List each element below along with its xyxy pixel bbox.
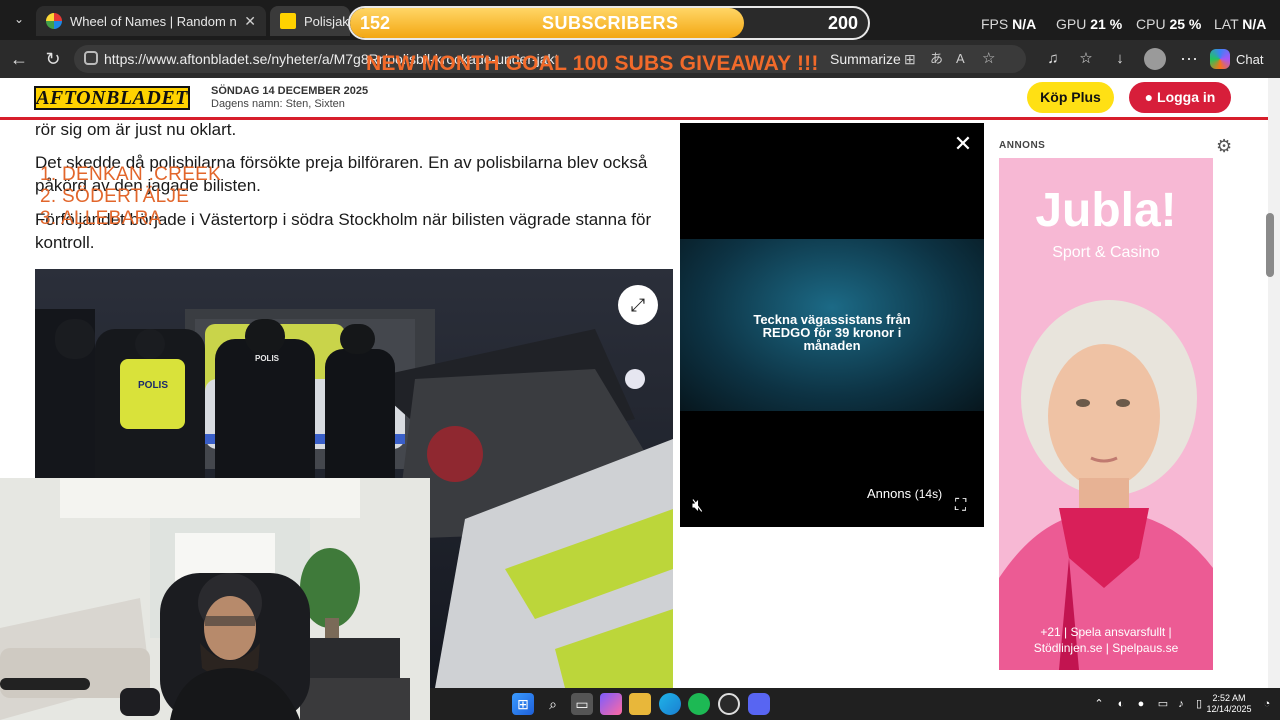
tab-wheel-of-names[interactable]: Wheel of Names | Random name picker ✕	[36, 6, 266, 36]
close-video-icon[interactable]: ✕	[952, 131, 974, 157]
article-paragraph: rör sig om är just nu oklart.	[35, 120, 237, 139]
gpu-stat: GPU 21 %	[1056, 16, 1123, 32]
wheel-favicon-icon	[46, 13, 62, 29]
ranking-item: 1. DENKAN .CREEK	[40, 164, 222, 185]
streamer-webcam-image	[0, 478, 430, 720]
user-icon: ●	[1144, 89, 1158, 105]
scrollbar-thumb[interactable]	[1266, 213, 1274, 277]
extension-music-icon[interactable]: ♫	[1040, 46, 1066, 72]
task-view-icon[interactable]: ▭	[571, 693, 593, 715]
names-day: Dagens namn: Sten, Sixten	[211, 98, 345, 110]
start-windows-icon[interactable]: ⊞	[512, 693, 534, 715]
windows-taskbar: ⊞ ⌕ ▭ ⌃ ◐ ● ▭ ♪ ▯ ◔	[430, 688, 1280, 720]
mute-icon[interactable]: 🔇︎	[692, 495, 703, 516]
aftonbladet-logo[interactable]: AFTONBLADET	[34, 86, 190, 110]
summarize-button[interactable]: Summarize	[830, 45, 901, 73]
subscriber-goal: 200	[827, 13, 858, 33]
polis-vest-text: POLIS	[138, 380, 168, 391]
tray-chevron-icon[interactable]: ⌃	[1088, 693, 1110, 715]
read-aloud-icon[interactable]: A	[956, 45, 965, 73]
search-icon[interactable]: ⌕	[542, 693, 564, 715]
spotify-icon[interactable]	[688, 693, 710, 715]
favorite-star-icon[interactable]: ☆	[982, 45, 995, 73]
obs-icon[interactable]	[718, 693, 740, 715]
close-tab-icon[interactable]: ✕	[244, 13, 256, 30]
lat-stat: LAT N/A	[1214, 16, 1267, 32]
video-ad-caption: Teckna vägassistans från REDGO för 39 kr…	[753, 312, 911, 353]
login-button[interactable]: ● Logga in	[1129, 82, 1231, 113]
login-label: Logga in	[1157, 89, 1216, 105]
download-icon[interactable]: ↓	[1107, 46, 1133, 72]
header-date: SÖNDAG 14 DECEMBER 2025	[211, 85, 369, 97]
clock-date: 12/14/2025	[1206, 704, 1252, 714]
ad-countdown: Annons (14s)	[867, 486, 943, 501]
ranking-item: 2. SÖDERTÄLJE	[40, 186, 190, 207]
subscriber-label: SUBSCRIBERS	[542, 13, 679, 33]
copilot-taskbar-icon[interactable]	[600, 693, 622, 715]
favorites-icon[interactable]: ☆	[1073, 46, 1099, 72]
subscriber-count: 152	[360, 13, 391, 33]
jubla-tagline: Sport & Casino	[1052, 244, 1160, 261]
kop-plus-button[interactable]: Köp Plus	[1027, 82, 1114, 113]
clock-time: 2:52 AM	[1212, 693, 1246, 703]
tab-aftonbladet[interactable]: Polisjakt i södra Stockholm	[270, 6, 350, 36]
tab-list-button[interactable]: ⌄	[8, 8, 30, 30]
discord-icon[interactable]	[748, 693, 770, 715]
tab-title: Wheel of Names | Random name picker	[70, 13, 237, 29]
goal-overlay-text: NEW MONTH GOAL 100 SUBS GIVEAWAY !!!	[366, 52, 819, 75]
profile-avatar[interactable]	[1142, 46, 1168, 72]
ranking-item: 3. ALLEBARA	[40, 208, 162, 229]
jubla-logo: Jubla!	[1035, 184, 1177, 237]
split-screen-icon[interactable]: ⊞	[904, 45, 916, 73]
fps-stat: FPS N/A	[981, 16, 1037, 32]
copilot-icon	[1210, 49, 1230, 69]
translate-icon[interactable]: あ	[930, 45, 943, 73]
cpu-stat: CPU 25 %	[1136, 16, 1202, 32]
back-arrow-icon[interactable]: ←	[6, 46, 32, 72]
aftonbladet-favicon-icon	[280, 13, 296, 29]
expand-image-icon[interactable]: ⤢	[618, 285, 658, 325]
network-icon[interactable]: ◐	[1110, 693, 1132, 715]
edge-browser-icon[interactable]	[659, 693, 681, 715]
ad-label: ANNONS	[999, 140, 1046, 151]
webcam-overlay	[0, 478, 430, 720]
refresh-icon[interactable]: ↻	[40, 46, 66, 72]
more-menu-icon[interactable]: ⋯	[1176, 46, 1202, 72]
page-scrollbar[interactable]	[1268, 78, 1280, 688]
copilot-chat-button[interactable]: Chat	[1210, 46, 1263, 72]
fullscreen-icon[interactable]: ⛶	[955, 497, 966, 515]
site-info-icon[interactable]	[84, 51, 98, 65]
subscriber-goal-bar: 152 SUBSCRIBERS 200	[348, 6, 870, 40]
taskbar-clock[interactable]: 2:52 AM 12/14/2025	[1204, 693, 1254, 715]
polis-jacket-text: POLIS	[255, 354, 280, 363]
ad-disclaimer: +21 | Spela ansvarsfullt | Stödlinjen.se…	[1033, 625, 1179, 655]
mic-icon[interactable]: ●	[1130, 693, 1152, 715]
file-explorer-icon[interactable]	[629, 693, 651, 715]
tab-title: Polisjakt i södra Stockholm	[304, 13, 350, 29]
notification-bell-icon[interactable]: ◔	[1256, 693, 1278, 715]
chat-label: Chat	[1236, 51, 1264, 67]
ad-settings-gear-icon[interactable]: ⚙	[1216, 136, 1232, 157]
